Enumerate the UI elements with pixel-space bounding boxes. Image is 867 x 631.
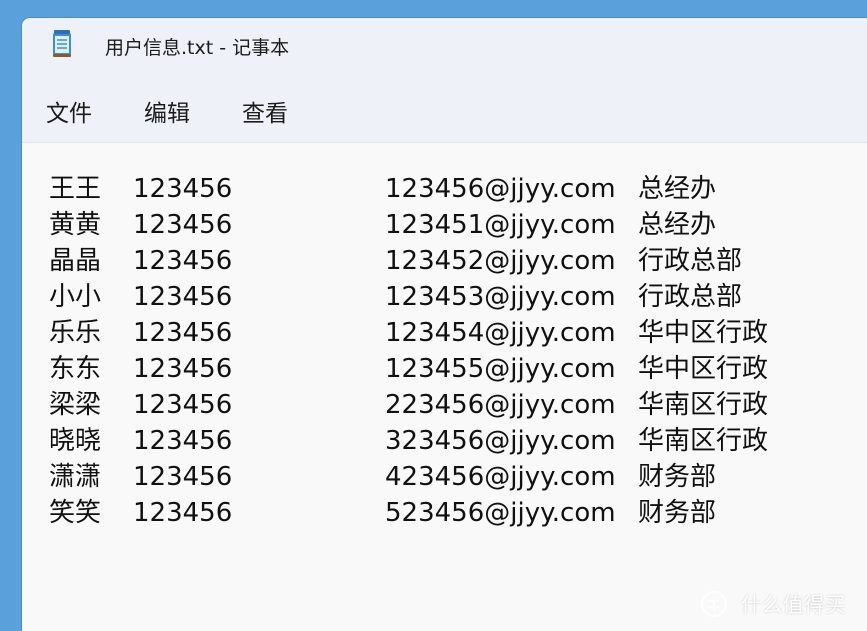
password-cell: 123456 — [133, 174, 233, 204]
password-cell: 123456 — [133, 462, 233, 492]
text-line: 王王 123456 123456@jjyy.com 总经办 — [22, 171, 867, 207]
text-line: 小小 123456 123453@jjyy.com 行政总部 — [22, 279, 867, 315]
email-cell: 123451@jjyy.com — [385, 210, 616, 240]
menu-view[interactable]: 查看 — [242, 94, 288, 128]
name-cell: 潇潇 — [49, 462, 102, 492]
watermark: 什么值得买 — [700, 589, 846, 621]
email-cell: 423456@jjyy.com — [385, 462, 616, 492]
email-cell: 123455@jjyy.com — [385, 354, 616, 384]
text-line: 梁梁 123456 223456@jjyy.com 华南区行政 — [22, 387, 867, 423]
menu-edit[interactable]: 编辑 — [144, 94, 190, 128]
department-cell: 华中区行政 — [638, 354, 769, 384]
text-line: 东东 123456 123455@jjyy.com 华中区行政 — [22, 351, 867, 387]
email-cell: 323456@jjyy.com — [385, 426, 616, 456]
department-cell: 财务部 — [638, 498, 717, 528]
menu-file[interactable]: 文件 — [46, 94, 92, 128]
password-cell: 123456 — [133, 390, 233, 420]
department-cell: 华南区行政 — [638, 426, 769, 456]
name-cell: 小小 — [49, 282, 102, 312]
name-cell: 王王 — [49, 174, 102, 204]
department-cell: 总经办 — [638, 174, 717, 204]
window-title: 用户信息.txt - 记事本 — [105, 37, 290, 59]
email-cell: 123456@jjyy.com — [385, 174, 616, 204]
text-line: 笑笑 123456 523456@jjyy.com 财务部 — [22, 495, 867, 531]
menu-bar: 文件 编辑 查看 — [22, 72, 867, 143]
text-line: 黄黄 123456 123451@jjyy.com 总经办 — [22, 207, 867, 243]
notepad-window: 用户信息.txt - 记事本 文件 编辑 查看 王王 123456 123456… — [22, 18, 867, 631]
name-cell: 晓晓 — [49, 426, 102, 456]
department-cell: 行政总部 — [638, 282, 743, 312]
name-cell: 笑笑 — [49, 498, 102, 528]
text-line: 晶晶 123456 123452@jjyy.com 行政总部 — [22, 243, 867, 279]
password-cell: 123456 — [133, 354, 233, 384]
email-cell: 523456@jjyy.com — [385, 498, 616, 528]
name-cell: 梁梁 — [49, 390, 102, 420]
text-line: 乐乐 123456 123454@jjyy.com 华中区行政 — [22, 315, 867, 351]
department-cell: 行政总部 — [638, 246, 743, 276]
password-cell: 123456 — [133, 282, 233, 312]
department-cell: 华中区行政 — [638, 318, 769, 348]
name-cell: 东东 — [49, 354, 102, 384]
password-cell: 123456 — [133, 246, 233, 276]
password-cell: 123456 — [133, 210, 233, 240]
text-line: 晓晓 123456 323456@jjyy.com 华南区行政 — [22, 423, 867, 459]
text-editor[interactable]: 王王 123456 123456@jjyy.com 总经办 黄黄 123456 … — [22, 143, 867, 631]
name-cell: 晶晶 — [49, 246, 102, 276]
email-cell: 123454@jjyy.com — [385, 318, 616, 348]
department-cell: 总经办 — [638, 210, 717, 240]
email-cell: 123453@jjyy.com — [385, 282, 616, 312]
department-cell: 财务部 — [638, 462, 717, 492]
password-cell: 123456 — [133, 426, 233, 456]
name-cell: 乐乐 — [49, 318, 102, 348]
name-cell: 黄黄 — [49, 210, 102, 240]
department-cell: 华南区行政 — [638, 390, 769, 420]
notepad-icon — [53, 30, 71, 57]
password-cell: 123456 — [133, 318, 233, 348]
zhi-logo-icon — [701, 591, 727, 617]
email-cell: 223456@jjyy.com — [385, 390, 616, 420]
password-cell: 123456 — [133, 498, 233, 528]
title-bar[interactable]: 用户信息.txt - 记事本 — [22, 18, 867, 72]
email-cell: 123452@jjyy.com — [385, 246, 616, 276]
watermark-text: 什么值得买 — [740, 593, 846, 617]
text-line: 潇潇 123456 423456@jjyy.com 财务部 — [22, 459, 867, 495]
